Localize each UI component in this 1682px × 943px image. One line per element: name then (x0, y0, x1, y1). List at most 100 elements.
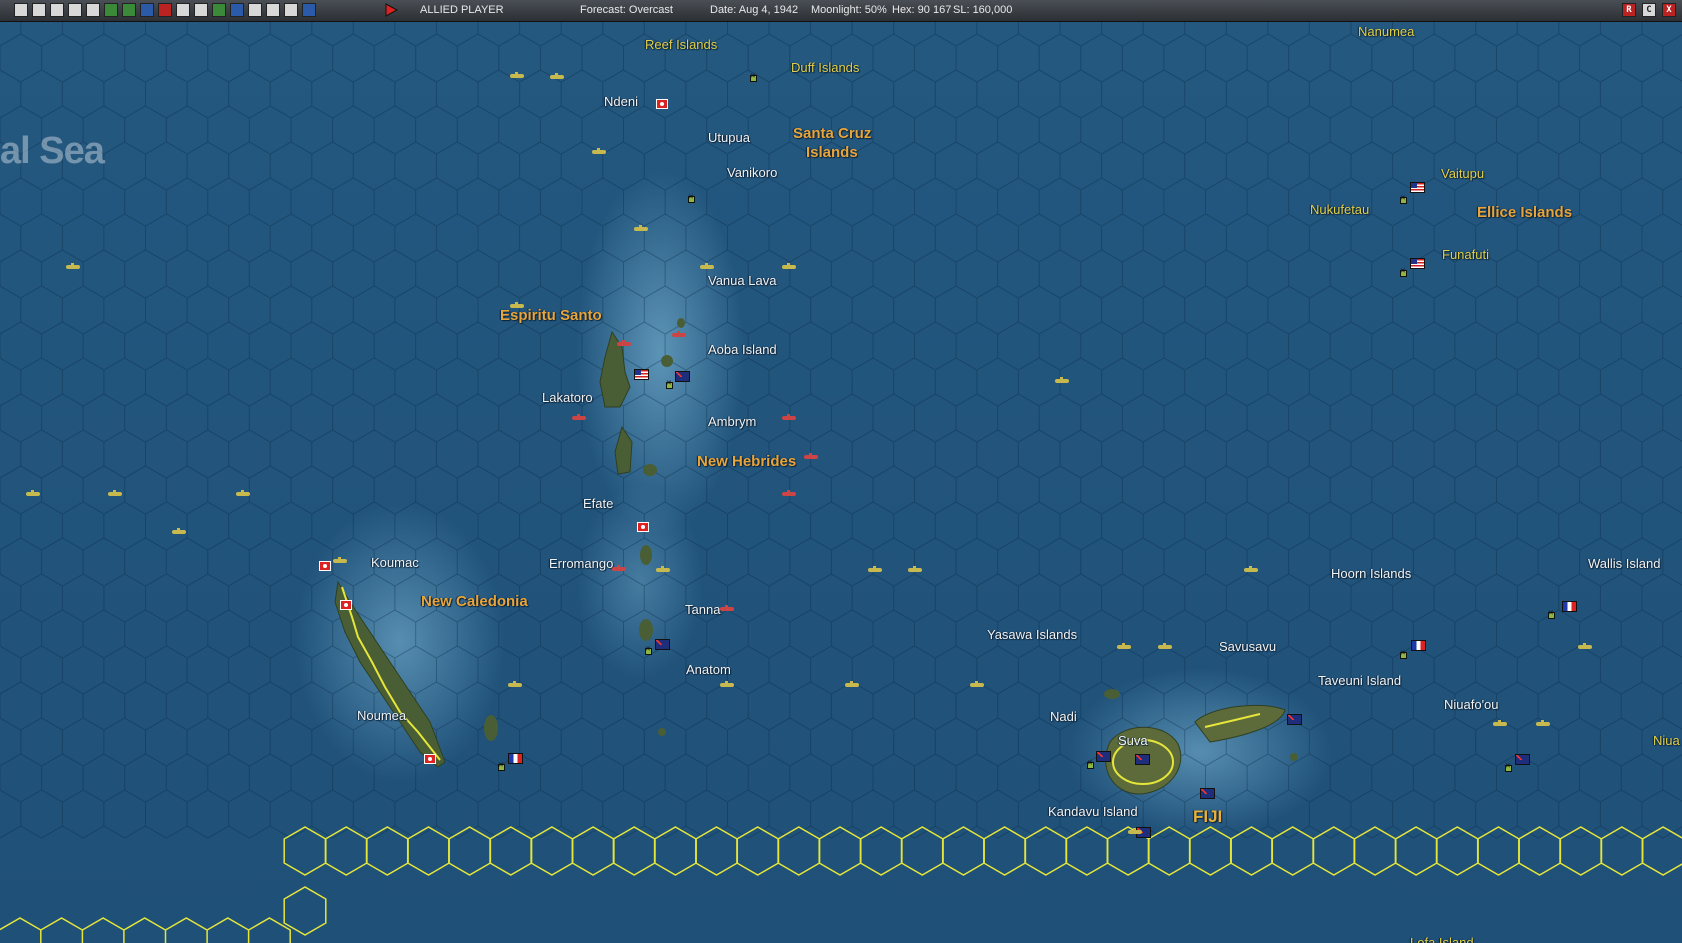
tanna-au-flag[interactable] (655, 639, 670, 650)
ship-marker[interactable] (868, 566, 882, 572)
ship-marker[interactable] (510, 72, 524, 78)
ship-marker[interactable] (510, 302, 524, 308)
globe-icon[interactable] (230, 3, 244, 17)
ship-marker[interactable] (550, 73, 564, 79)
vanikoro-label[interactable]: Vanikoro (727, 165, 777, 180)
noumea-base-marker[interactable] (424, 754, 436, 764)
ship-marker[interactable] (782, 414, 796, 420)
ship-marker[interactable] (592, 148, 606, 154)
tanna-label[interactable]: Tanna (685, 602, 720, 617)
erromango-label[interactable]: Erromango (549, 556, 613, 571)
suva-label[interactable]: Suva (1118, 733, 1148, 748)
efate-base-marker[interactable] (637, 522, 649, 532)
duff-islands-label[interactable]: Duff Islands (791, 60, 859, 75)
espiritu-santo-us-flag[interactable] (634, 369, 649, 380)
report-icon[interactable] (32, 3, 46, 17)
niuafoou-base-marker[interactable] (1505, 762, 1512, 772)
fiji-label[interactable]: FIJI (1193, 807, 1222, 827)
nanumea-label[interactable]: Nanumea (1358, 24, 1414, 39)
ship-marker[interactable] (1536, 720, 1550, 726)
ship-marker[interactable] (1055, 377, 1069, 383)
loyalty-fr-flag[interactable] (508, 753, 523, 764)
reef-islands-label[interactable]: Reef Islands (645, 37, 717, 52)
aoba-island-label[interactable]: Aoba Island (708, 342, 777, 357)
center-button[interactable]: C (1642, 3, 1656, 17)
ship-icon[interactable] (176, 3, 190, 17)
vaitupu-label[interactable]: Vaitupu (1441, 166, 1484, 181)
ship-marker[interactable] (1244, 566, 1258, 572)
niua-label[interactable]: Niua (1653, 733, 1680, 748)
close-button[interactable]: X (1662, 3, 1676, 17)
loyalty-base-marker[interactable] (498, 761, 505, 771)
game-map[interactable]: al Sea Reef Islands Duff Islands Nanumea… (0, 22, 1682, 943)
lofa-island-label[interactable]: Lofa Island (1410, 935, 1474, 943)
ship-marker[interactable] (672, 331, 686, 337)
ship-marker[interactable] (1158, 643, 1172, 649)
ship-marker[interactable] (804, 453, 818, 459)
ship-marker[interactable] (700, 263, 714, 269)
ship-marker[interactable] (1578, 643, 1592, 649)
funafuti-base-marker[interactable] (1400, 267, 1407, 277)
funafuti-us-flag[interactable] (1410, 258, 1425, 269)
wallis-fr-flag[interactable] (1562, 601, 1577, 612)
ship-marker[interactable] (782, 490, 796, 496)
settings-icon[interactable] (248, 3, 262, 17)
noumea-label[interactable]: Noumea (357, 708, 406, 723)
viti-levu-nz-flag[interactable] (1135, 754, 1150, 765)
funafuti-label[interactable]: Funafuti (1442, 247, 1489, 262)
reports-list-icon[interactable] (50, 3, 64, 17)
hoorn-base-marker[interactable] (1400, 649, 1407, 659)
restore-button[interactable]: R (1622, 3, 1636, 17)
ship-marker[interactable] (720, 681, 734, 687)
ship-marker[interactable] (108, 490, 122, 496)
star-icon[interactable] (104, 3, 118, 17)
savusavu-label[interactable]: Savusavu (1219, 639, 1276, 654)
hoorn-islands-label[interactable]: Hoorn Islands (1331, 566, 1411, 581)
wallis-island-label[interactable]: Wallis Island (1588, 556, 1660, 571)
koumac-base-marker[interactable] (340, 600, 352, 610)
new-hebrides-label[interactable]: New Hebrides (697, 453, 796, 470)
ship-marker[interactable] (26, 490, 40, 496)
ship-marker[interactable] (1128, 828, 1142, 834)
suva-nz-flag[interactable] (1200, 788, 1215, 799)
ndeni-base-marker[interactable] (656, 99, 668, 109)
utupua-label[interactable]: Utupua (708, 130, 750, 145)
ship-marker[interactable] (236, 490, 250, 496)
ob-icon[interactable] (266, 3, 280, 17)
nadi-base-marker[interactable] (1087, 759, 1094, 769)
save-icon[interactable] (14, 3, 28, 17)
kandavu-island-label[interactable]: Kandavu Island (1048, 804, 1138, 819)
efate-label[interactable]: Efate (583, 496, 613, 511)
yasawa-islands-label[interactable]: Yasawa Islands (987, 627, 1077, 642)
new-caledonia-label[interactable]: New Caledonia (421, 593, 528, 610)
vanua-lava-label[interactable]: Vanua Lava (708, 273, 776, 288)
ship-marker[interactable] (845, 681, 859, 687)
nadi-label[interactable]: Nadi (1050, 709, 1077, 724)
ship-marker[interactable] (333, 557, 347, 563)
koumac-label[interactable]: Koumac (371, 555, 419, 570)
ship-marker[interactable] (508, 681, 522, 687)
aircraft-icon[interactable] (122, 3, 136, 17)
ship-marker[interactable] (1117, 643, 1131, 649)
plane-icon[interactable] (140, 3, 154, 17)
ellice-islands-label[interactable]: Ellice Islands (1477, 204, 1572, 221)
espiritu-santo-au-flag[interactable] (675, 371, 690, 382)
espiritu-santo-base-marker[interactable] (666, 379, 673, 389)
ship-marker[interactable] (782, 263, 796, 269)
nukufetau-label[interactable]: Nukufetau (1310, 202, 1369, 217)
espiritu-santo-label[interactable]: Espiritu Santo (500, 307, 602, 324)
ship-marker[interactable] (1493, 720, 1507, 726)
taveuni-island-label[interactable]: Taveuni Island (1318, 673, 1401, 688)
ship-marker[interactable] (720, 605, 734, 611)
santa-cruz-islands-label[interactable]: Islands (806, 144, 858, 161)
niuafoou-nz-flag[interactable] (1515, 754, 1530, 765)
weather-icon[interactable] (302, 3, 316, 17)
end-turn-play-icon[interactable] (384, 3, 398, 17)
hoorn-fr-flag[interactable] (1411, 640, 1426, 651)
vaitupu-base-marker[interactable] (1400, 194, 1407, 204)
ambrym-label[interactable]: Ambrym (708, 414, 756, 429)
ndeni-label[interactable]: Ndeni (604, 94, 638, 109)
nadi-nz-flag[interactable] (1096, 751, 1111, 762)
santa-cruz-label[interactable]: Santa Cruz (793, 125, 871, 142)
koumac-jp-marker[interactable] (319, 561, 331, 571)
